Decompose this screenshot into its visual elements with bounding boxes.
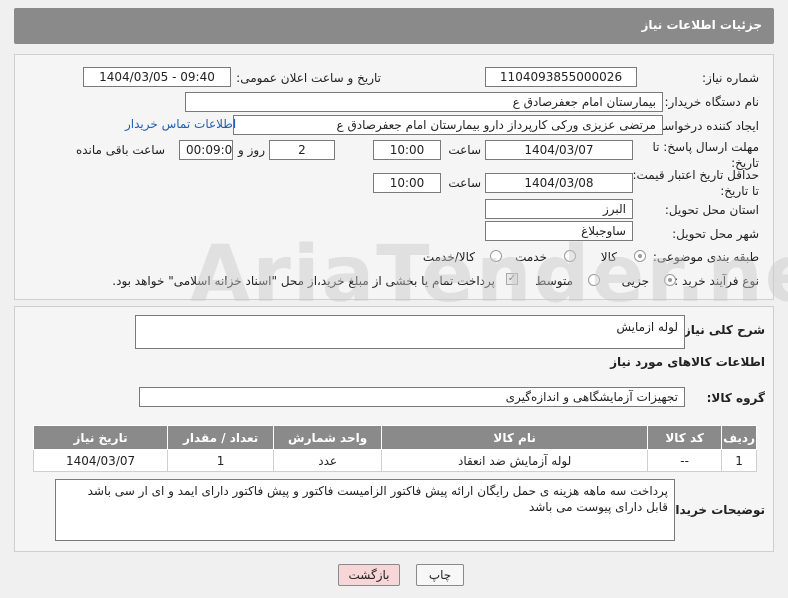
category-goods-label: کالا [600, 250, 617, 264]
buyer-field: بیمارستان امام جعفرصادق ع [185, 92, 663, 112]
cell-goods-name: لوله آزمایش ضد انعقاد [381, 449, 649, 472]
col-row-number: ردیف [721, 425, 757, 450]
purchase-radio-medium[interactable] [588, 274, 600, 286]
cell-quantity: 1 [167, 449, 275, 472]
deadline-date-field: 1404/03/07 [485, 140, 633, 160]
table-header-row: ردیف کد کالا نام کالا واحد شمارش تعداد /… [32, 425, 757, 450]
buyer-notes-label: توضیحات خریدار: [663, 503, 765, 517]
category-label: طبقه بندی موضوعی: [652, 250, 759, 264]
col-quantity: تعداد / مقدار [167, 425, 275, 450]
cell-row-number: 1 [721, 449, 757, 472]
col-goods-code: کد کالا [647, 425, 723, 450]
cell-unit: عدد [273, 449, 383, 472]
purchase-medium-label: متوسط [535, 274, 573, 288]
deadline-time-label: ساعت [448, 143, 481, 157]
purchase-minor-label: جزیی [621, 274, 649, 288]
creator-field: مرتضی عزیزی ورکی کارپرداز دارو بیمارستان… [233, 115, 663, 135]
province-field: البرز [485, 199, 633, 219]
days-field: 2 [269, 140, 335, 160]
category-radio-service[interactable] [564, 250, 576, 262]
back-button[interactable]: بازگشت [338, 564, 400, 586]
group-label: گروه کالا: [706, 391, 765, 405]
buyer-label: نام دستگاه خریدار: [664, 95, 760, 109]
print-button[interactable]: چاپ [416, 564, 464, 586]
payment-note: پرداخت تمام یا بخشی از مبلغ خرید،از محل … [112, 274, 495, 288]
page-header: جزئیات اطلاعات نیاز [14, 8, 774, 44]
buyer-notes-field: پرداخت سه ماهه هزینه ی حمل رایگان ارائه … [55, 479, 675, 541]
purchase-type-label: نوع فرآیند خرید : [674, 274, 759, 288]
treasury-checkbox[interactable]: ✓ [506, 273, 518, 285]
purchase-radio-minor[interactable] [664, 274, 676, 286]
page-title: جزئیات اطلاعات نیاز [641, 18, 762, 32]
need-info-panel: شماره نیاز: 1104093855000026 تاریخ و ساع… [14, 54, 774, 300]
validity-date-field: 1404/03/08 [485, 173, 633, 193]
category-radio-goods-service[interactable] [490, 250, 502, 262]
goods-info-title: اطلاعات کالاهای مورد نیاز [610, 355, 765, 369]
city-label: شهر محل تحویل: [672, 227, 759, 241]
col-goods-name: نام کالا [381, 425, 649, 450]
table-row: 1 -- لوله آزمایش ضد انعقاد عدد 1 1404/03… [32, 449, 757, 472]
remaining-label: ساعت باقی مانده [75, 143, 165, 157]
description-label: شرح کلی نیاز: [679, 323, 765, 337]
deadline-time-field: 10:00 [373, 140, 441, 160]
description-field: لوله ازمایش [135, 315, 685, 349]
contact-buyer-link[interactable]: اطلاعات تماس خریدار [125, 117, 236, 131]
group-field: تجهیزات آزمایشگاهی و اندازه‌گیری [139, 387, 685, 407]
cell-goods-code: -- [647, 449, 723, 472]
announce-field: 1404/03/05 - 09:40 [83, 67, 231, 87]
province-label: استان محل تحویل: [664, 203, 759, 217]
category-service-label: خدمت [515, 250, 547, 264]
city-field: ساوجبلاغ [485, 221, 633, 241]
days-label: روز و [238, 143, 265, 157]
validity-label: حداقل تاریخ اعتبار قیمت: تا تاریخ: [632, 168, 759, 198]
validity-time-label: ساعت [448, 176, 481, 190]
announce-label: تاریخ و ساعت اعلان عمومی: [236, 71, 381, 85]
remaining-time-field: 00:09:06 [179, 140, 233, 160]
col-need-date: تاریخ نیاز [32, 425, 169, 450]
category-radio-goods[interactable] [634, 250, 646, 262]
creator-label: ایجاد کننده درخواست: [648, 119, 759, 133]
details-panel: شرح کلی نیاز: لوله ازمایش اطلاعات کالاها… [14, 306, 774, 552]
goods-table: ردیف کد کالا نام کالا واحد شمارش تعداد /… [32, 425, 757, 472]
col-unit: واحد شمارش [273, 425, 383, 450]
need-number-label: شماره نیاز: [702, 71, 759, 85]
category-goods-service-label: کالا/خدمت [422, 250, 475, 264]
validity-time-field: 10:00 [373, 173, 441, 193]
need-number-field: 1104093855000026 [485, 67, 637, 87]
cell-need-date: 1404/03/07 [32, 449, 169, 472]
